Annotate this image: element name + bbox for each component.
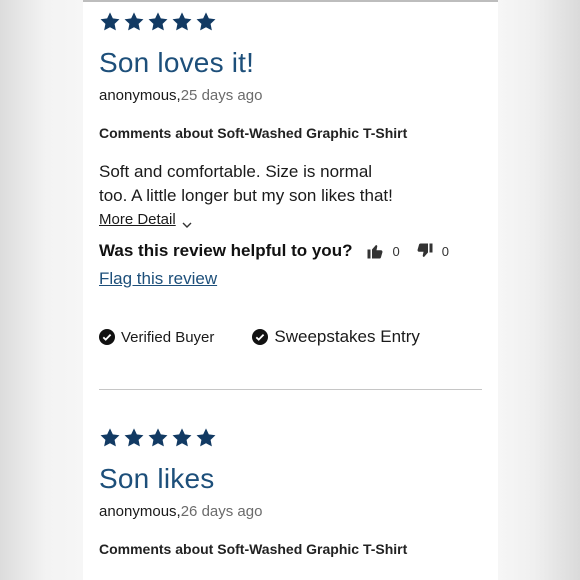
helpful-yes-button[interactable]: 0 xyxy=(366,242,400,260)
review-badges: Verified Buyer Sweepstakes Entry xyxy=(99,327,484,347)
comments-about: Comments about Soft-Washed Graphic T-Shi… xyxy=(99,125,408,141)
review-author: anonymous, xyxy=(99,503,181,520)
top-divider xyxy=(83,0,498,2)
more-detail-link[interactable]: More Detail xyxy=(99,211,192,228)
star-icon xyxy=(123,11,145,33)
review-body: Soft and comfortable. Size is normal too… xyxy=(99,162,393,205)
star-icon xyxy=(99,427,121,449)
star-icon xyxy=(147,11,169,33)
review-meta: anonymous,26 days ago xyxy=(99,503,484,520)
reviews-panel: Son loves it! anonymous,25 days ago Comm… xyxy=(83,0,498,580)
helpful-no-button[interactable]: 0 xyxy=(416,242,449,260)
review-date: 25 days ago xyxy=(180,87,263,104)
badge-label: Sweepstakes Entry xyxy=(274,327,420,346)
thumbs-down-icon xyxy=(416,242,434,260)
helpful-question: Was this review helpful to you? xyxy=(99,241,353,260)
star-icon xyxy=(171,11,193,33)
review-card: Son loves it! anonymous,25 days ago Comm… xyxy=(99,11,484,347)
check-circle-icon xyxy=(252,329,269,345)
flag-review-link[interactable]: Flag this review xyxy=(99,269,217,289)
more-detail-label: More Detail xyxy=(99,211,176,228)
star-icon xyxy=(99,11,121,33)
star-icon xyxy=(147,427,169,449)
helpful-row: Was this review helpful to you? 0 0 xyxy=(99,241,484,261)
verified-buyer-badge: Verified Buyer xyxy=(99,329,214,346)
thumbs-up-icon xyxy=(366,242,384,260)
review-date: 26 days ago xyxy=(180,503,263,520)
helpful-yes-count: 0 xyxy=(392,243,400,259)
sweepstakes-entry-badge: Sweepstakes Entry xyxy=(252,327,420,347)
star-icon xyxy=(195,427,217,449)
helpful-no-count: 0 xyxy=(441,243,449,259)
star-icon xyxy=(123,427,145,449)
check-circle-icon xyxy=(99,329,115,345)
review-divider xyxy=(99,389,482,390)
review-title: Son loves it! xyxy=(99,47,255,78)
review-author: anonymous, xyxy=(99,87,181,104)
star-rating xyxy=(99,11,484,37)
chevron-down-icon xyxy=(182,216,192,228)
star-rating xyxy=(99,427,484,453)
comments-about: Comments about Soft-Washed Graphic T-Shi… xyxy=(99,541,408,557)
review-card: Son likes anonymous,26 days ago Comments… xyxy=(99,427,484,557)
star-icon xyxy=(195,11,217,33)
badge-label: Verified Buyer xyxy=(121,328,215,346)
review-title: Son likes xyxy=(99,463,215,494)
review-meta: anonymous,25 days ago xyxy=(99,87,484,104)
star-icon xyxy=(171,427,193,449)
